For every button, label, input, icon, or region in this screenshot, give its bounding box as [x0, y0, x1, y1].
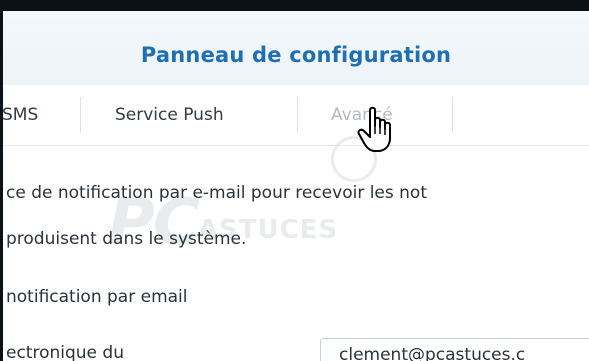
section-label: notification par email	[6, 287, 188, 307]
tab-divider	[80, 97, 81, 133]
email-field-label: ectronique du	[6, 343, 124, 361]
tab-divider	[452, 97, 453, 133]
email-field[interactable]	[320, 338, 589, 361]
tab-bar: SMS Service Push Avancé	[2, 85, 589, 146]
tab-sms[interactable]: SMS	[2, 85, 38, 145]
hand-pointer-icon	[357, 106, 391, 152]
window-top-border	[0, 0, 589, 11]
description-line-2: produisent dans le système.	[6, 229, 247, 249]
description-line-1: ce de notification par e-mail pour recev…	[6, 183, 427, 203]
tab-service-push[interactable]: Service Push	[115, 85, 224, 145]
panel-header: Panneau de configuration	[3, 11, 589, 85]
panel-title: Panneau de configuration	[140, 43, 452, 67]
tab-divider	[297, 97, 298, 133]
